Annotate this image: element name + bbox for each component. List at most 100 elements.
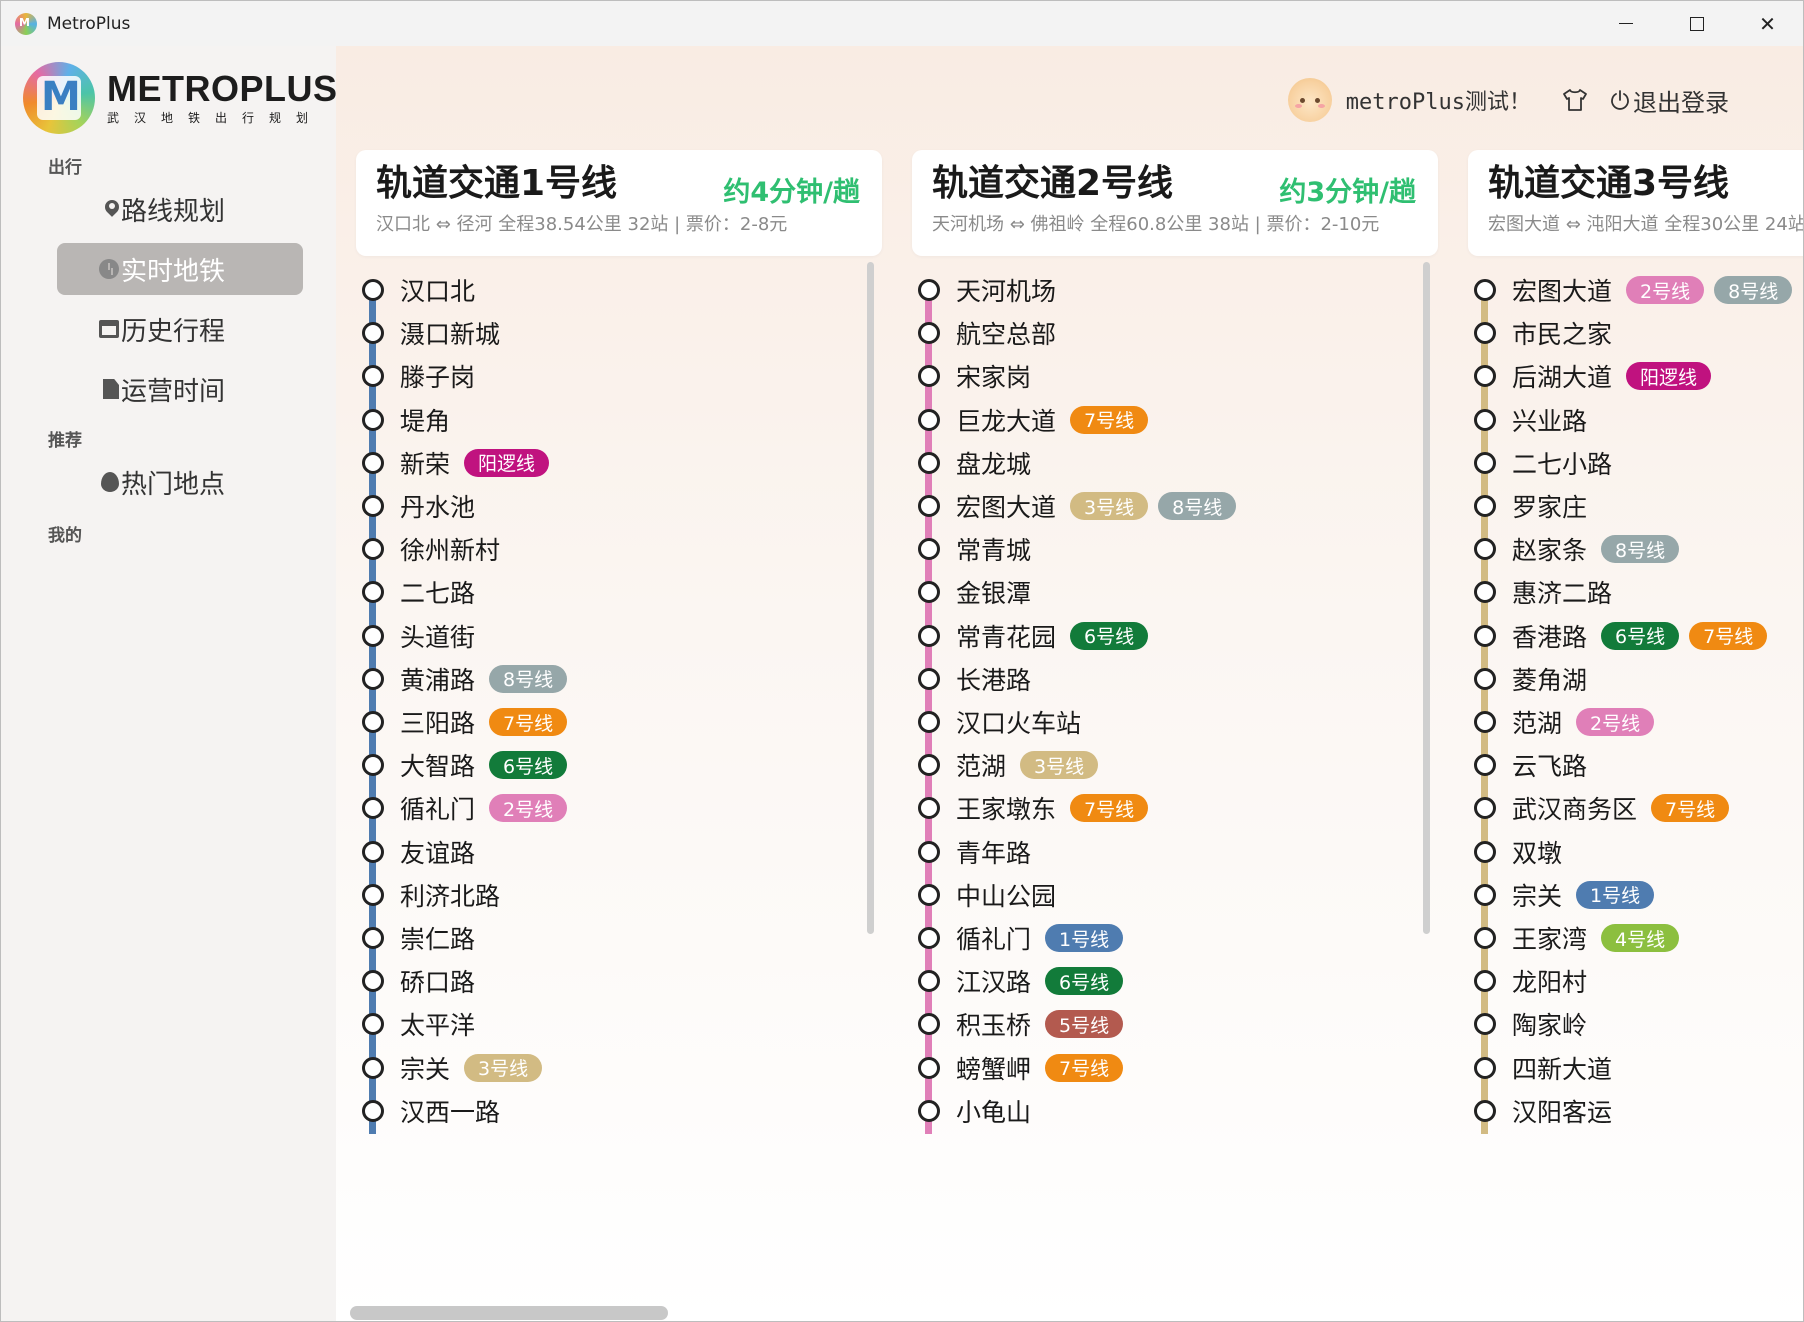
station-name: 三阳路 (400, 709, 476, 738)
transfer-badge[interactable]: 8号线 (489, 664, 568, 693)
station-name: 硚口路 (400, 968, 476, 998)
transfer-badge[interactable]: 7号线 (1070, 794, 1149, 823)
station-name: 江汉路 (956, 968, 1032, 998)
nav-item-route-planning[interactable]: 路线规划 (57, 183, 303, 235)
transfer-badge[interactable]: 3号线 (1070, 492, 1149, 520)
window-title: MetroPlus (47, 13, 131, 34)
nav-item-popular-places[interactable]: 热门地点 (57, 456, 303, 508)
transfer-badge[interactable]: 6号线 (489, 751, 568, 780)
station-name: 黄浦路 (400, 665, 476, 695)
station-dot-icon (1474, 624, 1496, 647)
nav-item-operating-hours[interactable]: 运营时间 (57, 363, 303, 415)
transfer-badge[interactable]: 8号线 (1714, 276, 1793, 304)
vertical-scrollbar[interactable] (867, 262, 874, 934)
transfer-badge[interactable]: 3号线 (1020, 751, 1099, 780)
station-name: 王家墩东 (956, 795, 1057, 825)
nav-item-label: 热门地点 (121, 469, 226, 500)
station-name: 航空总部 (956, 320, 1057, 350)
shirt-icon (1563, 89, 1587, 111)
station-name: 天河机场 (956, 277, 1057, 306)
station-dot-icon (918, 408, 940, 431)
station-dot-icon (918, 1099, 940, 1122)
station-name: 螃蟹岬 (956, 1054, 1032, 1084)
station-dot-icon (1474, 927, 1496, 949)
station-dot-icon (918, 797, 940, 820)
station-dot-icon (918, 1056, 940, 1079)
close-icon: ✕ (1759, 11, 1776, 36)
station-name: 宏图大道 (1512, 277, 1613, 306)
transfer-badge[interactable]: 7号线 (1651, 794, 1730, 823)
station-name: 罗家庄 (1512, 493, 1588, 522)
line-info: 天河机场 ⇔ 佛祖岭 全程60.8公里 38站 | 票价：2-10元 (932, 214, 1380, 235)
station-dot-icon (362, 408, 384, 431)
main-content: metroPlus测试！ 退出登录 轨道交通1号线 约4分钟/趟 汉口北 ⇔ 径河 … (336, 46, 1803, 1321)
maximize-button[interactable] (1661, 1, 1732, 46)
station-dot-icon (362, 1013, 384, 1036)
transfer-badge[interactable]: 1号线 (1045, 924, 1124, 952)
avatar[interactable] (1287, 78, 1332, 122)
line-header-card[interactable]: 轨道交通3号线 宏图大道 ⇔ 沌阳大道 全程30公里 24站 (1468, 150, 1803, 256)
logout-button[interactable]: 退出登录 (1609, 83, 1729, 118)
transfer-badge[interactable]: 6号线 (1070, 621, 1149, 650)
transfer-badge[interactable]: 6号线 (1045, 967, 1124, 996)
station-row[interactable]: 洪山广场4号线 (912, 1129, 1148, 1134)
nav-item-realtime-metro[interactable]: 实时地铁 (57, 243, 303, 295)
transfer-badge[interactable]: 6号线 (1601, 621, 1680, 650)
station-dot-icon (362, 624, 384, 647)
transfer-badge[interactable]: 7号线 (489, 708, 568, 736)
transfer-badge[interactable]: 7号线 (1045, 1053, 1124, 1082)
station-row[interactable]: 古田四路 (356, 1129, 500, 1134)
station-name: 崇仁路 (400, 925, 476, 954)
transfer-badge[interactable]: 5号线 (1045, 1010, 1124, 1039)
transfer-badge[interactable]: 7号线 (1070, 405, 1149, 434)
transfer-badge[interactable]: 8号线 (1601, 535, 1680, 564)
station-name: 巨龙大道 (956, 406, 1057, 436)
transfer-badge[interactable]: 8号线 (1158, 492, 1237, 520)
vertical-scrollbar[interactable] (1423, 262, 1430, 934)
station-row[interactable]: 汉阳客运 (1468, 1086, 1612, 1134)
brand-logo: METROPLUS 武汉地铁出行规划 (23, 62, 338, 134)
station-name: 陶家岭 (1512, 1011, 1588, 1041)
horizontal-scrollbar[interactable] (350, 1306, 668, 1320)
transfer-badge[interactable]: 2号线 (1576, 708, 1655, 736)
section-label-recommend: 推荐 (48, 431, 82, 451)
line-column: 轨道交通2号线 约3分钟/趟 天河机场 ⇔ 佛祖岭 全程60.8公里 38站 | 票… (912, 150, 1438, 1250)
station-dot-icon (1474, 883, 1496, 906)
station-name: 宗关 (400, 1054, 451, 1084)
transfer-badge[interactable]: 4号线 (1601, 924, 1680, 952)
station-row[interactable]: 三角湖 (1468, 1129, 1587, 1134)
station-name: 丹水池 (400, 493, 476, 522)
station-dot-icon (918, 1013, 940, 1036)
station-name: 青年路 (956, 838, 1032, 868)
transfer-badge[interactable]: 阳逻线 (1626, 362, 1712, 391)
nav-item-history[interactable]: 历史行程 (57, 303, 303, 355)
station-name: 二七路 (400, 579, 476, 609)
station-row[interactable]: 小龟山 (912, 1086, 1031, 1134)
station-dot-icon (918, 624, 940, 647)
theme-shirt-button[interactable] (1561, 88, 1589, 112)
station-dot-icon (1474, 711, 1496, 733)
minimize-button[interactable] (1590, 1, 1661, 46)
station-name: 金银潭 (956, 579, 1032, 609)
station-dot-icon (1474, 754, 1496, 777)
station-dot-icon (1474, 451, 1496, 474)
close-button[interactable]: ✕ (1732, 1, 1803, 46)
transfer-badge[interactable]: 2号线 (489, 794, 568, 823)
transfer-badge[interactable]: 7号线 (1689, 621, 1768, 650)
line-header-card[interactable]: 轨道交通1号线 约4分钟/趟 汉口北 ⇔ 径河 全程38.54公里 32站 | 票价… (356, 150, 882, 256)
transfer-badge[interactable]: 3号线 (464, 1053, 543, 1082)
station-row[interactable]: 汉西一路 (356, 1086, 500, 1134)
transfer-badge[interactable]: 1号线 (1576, 880, 1655, 909)
line-header-card[interactable]: 轨道交通2号线 约3分钟/趟 天河机场 ⇔ 佛祖岭 全程60.8公里 38站 | 票… (912, 150, 1438, 256)
line-column: 轨道交通3号线 宏图大道 ⇔ 沌阳大道 全程30公里 24站 宏图大道 2号线 8号线市… (1468, 150, 1803, 1250)
station-name: 汉口北 (400, 277, 476, 306)
station-name: 宏图大道 (956, 493, 1057, 522)
station-list: 汉口北 滠口新城 滕子岗 堤角 新荣 阳逻线 丹水池 徐州新村 二七路 头道街 黄浦路 8号线 三阳路 7… (356, 262, 882, 1134)
station-name: 新荣 (400, 449, 451, 479)
station-dot-icon (1474, 495, 1496, 517)
station-dot-icon (918, 927, 940, 949)
station-name: 汉西一路 (400, 1097, 501, 1127)
transfer-badge[interactable]: 2号线 (1626, 276, 1705, 304)
transfer-badge[interactable]: 阳逻线 (464, 448, 550, 477)
logout-label: 退出登录 (1633, 88, 1729, 117)
